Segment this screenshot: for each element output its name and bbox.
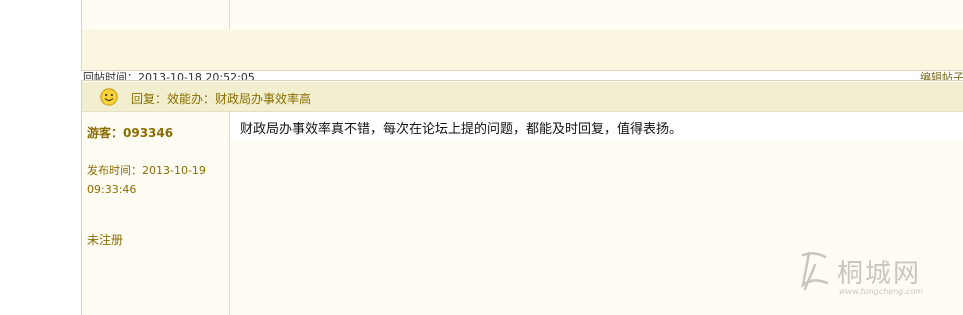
reply-author: 游客：093346 (87, 126, 174, 140)
reply-post-time: 发布时间：2013-10-19 09:33:46 (87, 164, 206, 196)
previous-post: 回帖时间：2013-10-18 20:52:05 编辑帖子 (81, 0, 963, 84)
watermark-brand: 桐城网 (837, 259, 922, 289)
reply-content: 财政局办事效率真不错，每次在论坛上提的问题，都能及时回复，值得表扬。 (240, 122, 683, 137)
reply-content-area: 财政局办事效率真不错，每次在论坛上提的问题，都能及时回复，值得表扬。 (230, 112, 963, 140)
watermark-url: www.tongcheng.com (839, 287, 924, 296)
previous-post-author-column (82, 0, 230, 30)
forum-thread-page: 回帖时间：2013-10-18 20:52:05 编辑帖子 回复：效能办：财政局… (0, 0, 963, 315)
reply-header: 回复：效能办：财政局办事效率高 (82, 82, 963, 112)
site-watermark: 桐城网 www.tongcheng.com (795, 247, 945, 311)
reply-author-column: 游客：093346 发布时间：2013-10-19 09:33:46 未注册 (82, 112, 230, 315)
previous-post-footer: 回帖时间：2013-10-18 20:52:05 编辑帖子 (82, 30, 963, 84)
reply-title: 回复：效能办：财政局办事效率高 (131, 92, 312, 106)
smiley-face-icon (100, 88, 118, 106)
registration-status: 未注册 (87, 233, 124, 247)
watermark-logo-icon (801, 251, 829, 291)
